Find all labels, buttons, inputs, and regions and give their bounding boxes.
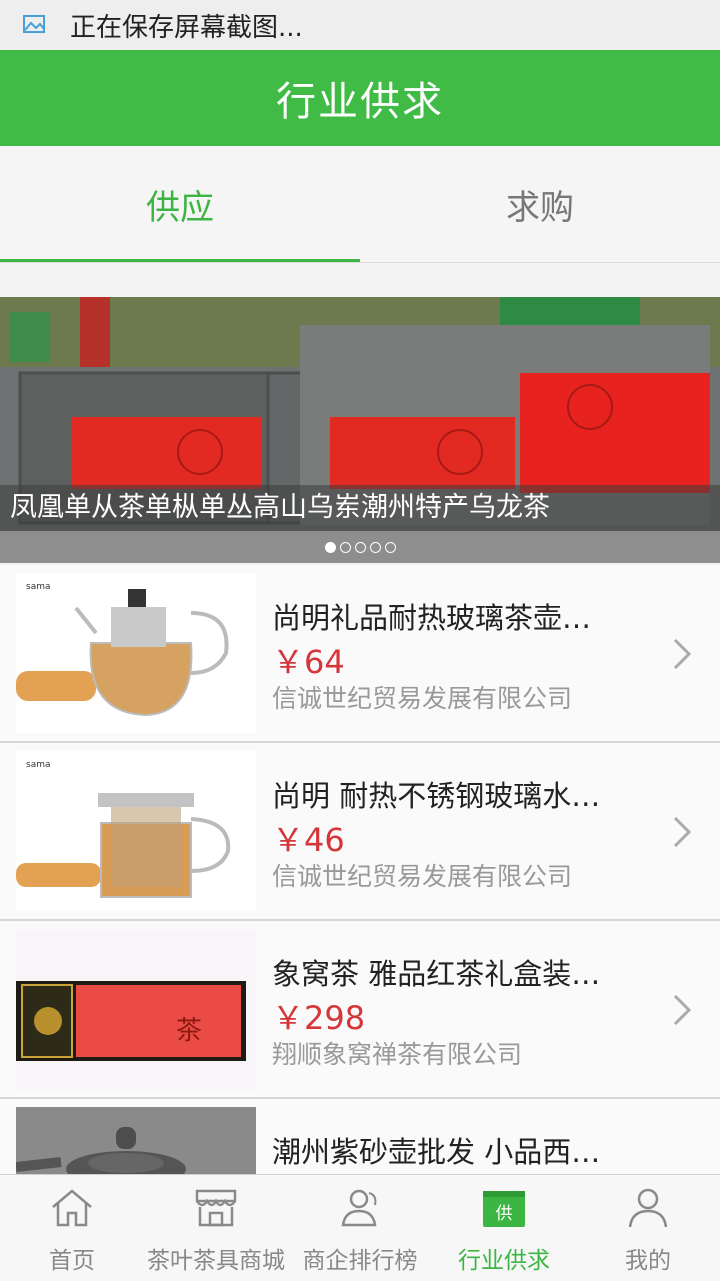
carousel-dot[interactable]	[384, 541, 396, 553]
product-price: ￥46	[272, 821, 345, 859]
svg-text:sama: sama	[26, 582, 51, 592]
supply-icon-badge: 供	[496, 1204, 513, 1224]
nav-profile[interactable]: 我的	[576, 1175, 720, 1281]
product-company: 信诚世纪贸易发展有限公司	[272, 862, 573, 891]
screenshot-icon	[23, 15, 45, 33]
carousel-dot[interactable]	[339, 541, 351, 553]
status-notification-text: 正在保存屏幕截图...	[70, 12, 303, 43]
store-icon	[195, 1189, 237, 1227]
teapot-image: sama	[16, 573, 256, 733]
nav-ranking-label: 商企排行榜	[302, 1248, 418, 1274]
nav-store[interactable]: 茶叶茶具商城	[144, 1175, 288, 1281]
svg-text:茶: 茶	[176, 1016, 202, 1046]
nav-profile-label: 我的	[625, 1248, 671, 1274]
nav-store-label: 茶叶茶具商城	[147, 1248, 285, 1274]
chevron-right-icon	[673, 816, 692, 848]
nav-ranking[interactable]: 商企排行榜	[288, 1175, 432, 1281]
product-list: sama 尚明礼品耐热玻璃茶壶… ￥64 信诚世纪贸易发展有限公司 sama 尚…	[0, 565, 720, 1277]
chevron-right-icon	[673, 638, 692, 670]
product-thumbnail: 茶	[16, 929, 256, 1089]
tab-bar: 供应 求购	[0, 146, 720, 263]
product-name: 潮州紫砂壶批发 小品西…	[272, 1135, 601, 1169]
nav-supply-label: 行业供求	[458, 1248, 550, 1274]
product-list-item[interactable]: sama 尚明 耐热不锈钢玻璃水… ￥46 信诚世纪贸易发展有限公司	[0, 743, 720, 921]
home-icon	[52, 1189, 92, 1227]
product-name: 尚明礼品耐热玻璃茶壶…	[272, 601, 592, 635]
product-price: ￥298	[272, 999, 366, 1037]
nav-home[interactable]: 首页	[0, 1175, 144, 1281]
carousel-indicator	[0, 531, 720, 563]
nav-supply[interactable]: 供 行业供求	[432, 1175, 576, 1281]
glass-cup-image: sama	[16, 751, 256, 911]
carousel-dot[interactable]	[369, 541, 381, 553]
banner-carousel[interactable]: 凤凰单从茶单枞单丛高山乌岽潮州特产乌龙茶	[0, 297, 720, 563]
product-company: 翔顺象窝禅茶有限公司	[272, 1040, 523, 1069]
product-name: 尚明 耐热不锈钢玻璃水…	[272, 779, 601, 813]
svg-text:sama: sama	[26, 760, 51, 770]
tab-purchase[interactable]: 求购	[360, 146, 720, 262]
users-icon	[341, 1189, 377, 1227]
product-name: 象窝茶 雅品红茶礼盒装…	[272, 957, 601, 991]
product-price: ￥64	[272, 643, 345, 681]
profile-icon	[628, 1188, 668, 1228]
supply-icon: 供	[483, 1191, 525, 1227]
status-bar: 正在保存屏幕截图...	[0, 0, 720, 50]
chevron-right-icon	[673, 994, 692, 1026]
banner-caption: 凤凰单从茶单枞单丛高山乌岽潮州特产乌龙茶	[0, 485, 720, 531]
tab-supply[interactable]: 供应	[0, 146, 360, 262]
product-company: 信诚世纪贸易发展有限公司	[272, 684, 573, 713]
app-header: 行业供求	[0, 50, 720, 146]
product-thumbnail: sama	[16, 751, 256, 911]
product-thumbnail: sama	[16, 573, 256, 733]
tea-gift-box-image: 茶	[16, 929, 256, 1089]
product-list-item[interactable]: sama 尚明礼品耐热玻璃茶壶… ￥64 信诚世纪贸易发展有限公司	[0, 565, 720, 743]
product-list-item[interactable]: 茶 象窝茶 雅品红茶礼盒装… ￥298 翔顺象窝禅茶有限公司	[0, 921, 720, 1099]
nav-home-label: 首页	[49, 1248, 95, 1274]
bottom-nav: 首页 茶叶茶具商城 商企排行榜 供 行业供求 我的	[0, 1174, 720, 1281]
carousel-dot-active[interactable]	[324, 541, 336, 553]
carousel-dot[interactable]	[354, 541, 366, 553]
page-title: 行业供求	[276, 79, 444, 125]
